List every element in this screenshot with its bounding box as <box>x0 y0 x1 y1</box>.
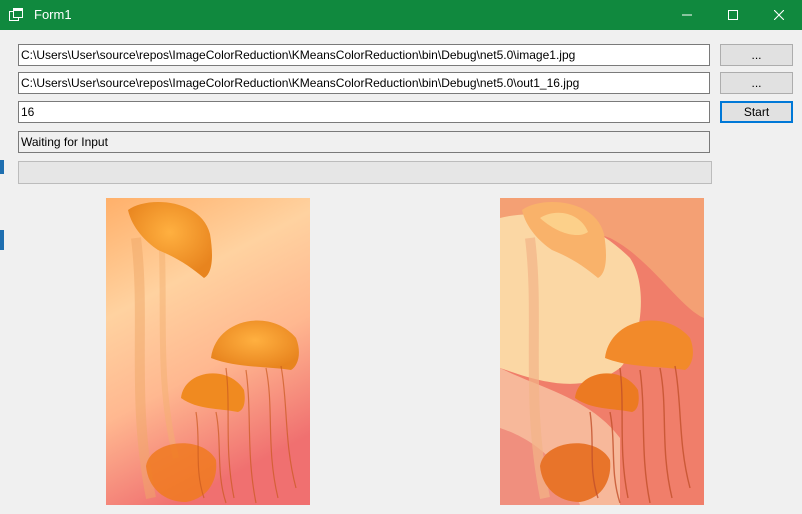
close-button[interactable] <box>756 0 802 30</box>
browse-output-button[interactable]: ... <box>720 72 793 94</box>
input-path-field[interactable]: C:\Users\User\source\repos\ImageColorRed… <box>18 44 710 66</box>
window-title: Form1 <box>34 7 72 22</box>
minimize-icon <box>682 14 692 16</box>
maximize-button[interactable] <box>710 0 756 30</box>
progress-bar <box>18 161 712 184</box>
start-button[interactable]: Start <box>720 101 793 123</box>
background-window-edge <box>0 160 4 174</box>
output-path-field[interactable]: C:\Users\User\source\repos\ImageColorRed… <box>18 72 710 94</box>
background-window-edge <box>0 230 4 250</box>
title-bar[interactable]: Form1 <box>0 0 802 30</box>
main-window: Form1 C:\Users\User\source\repos\ImageCo… <box>0 0 802 514</box>
reduced-image <box>500 198 704 505</box>
minimize-button[interactable] <box>664 0 710 30</box>
browse-input-button[interactable]: ... <box>720 44 793 66</box>
color-count-field[interactable]: 16 <box>18 101 710 123</box>
original-image <box>106 198 310 505</box>
window-app-icon <box>9 8 23 21</box>
maximize-icon <box>728 10 738 20</box>
status-field: Waiting for Input <box>18 131 710 153</box>
close-icon <box>774 10 784 20</box>
